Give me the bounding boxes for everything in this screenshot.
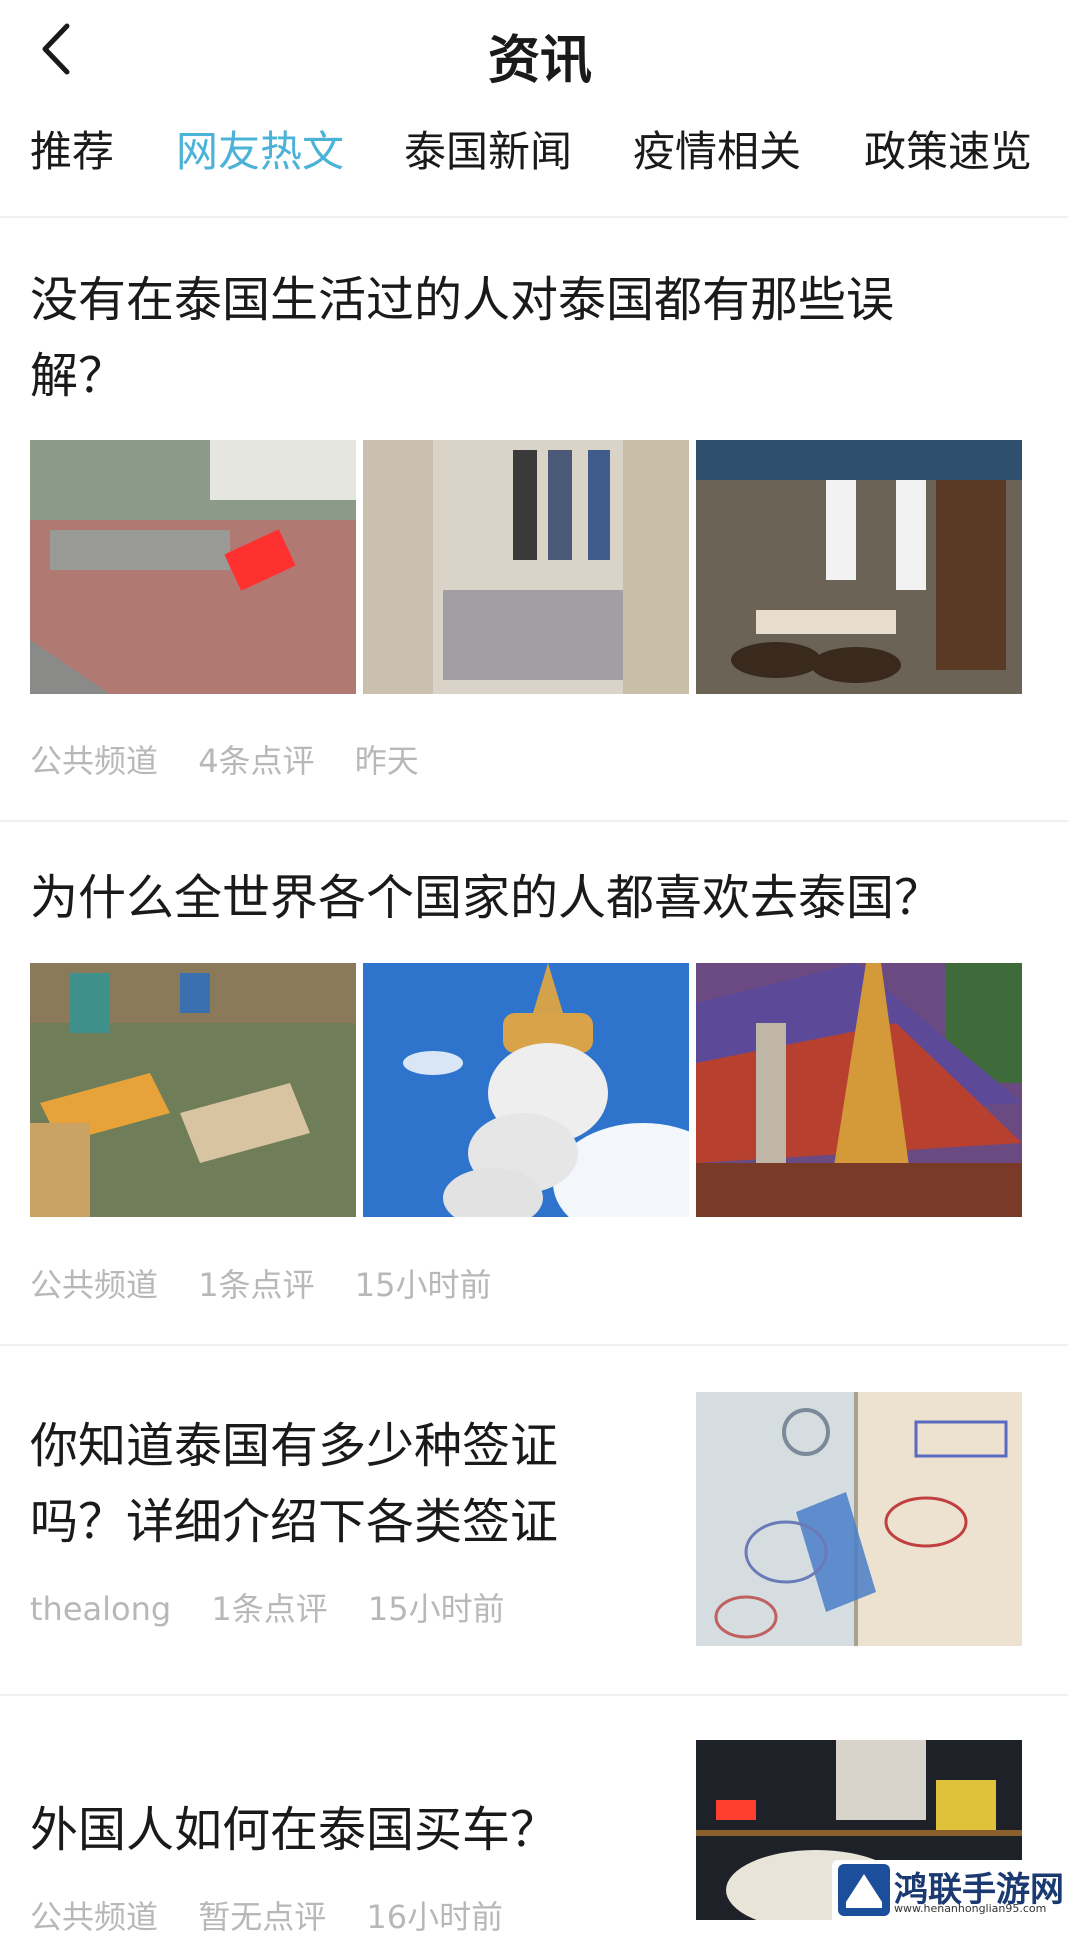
category-tabs: 推荐 网友热文 泰国新闻 疫情相关 政策速览 [0, 118, 1080, 198]
title-line: 吗？详细介绍下各类签证 [30, 1494, 559, 1550]
article-title: 你知道泰国有多少种签证 吗？详细介绍下各类签证 [30, 1408, 558, 1560]
watermark-url: www.henanhonglian95.com [894, 1902, 1047, 1915]
tab-recommend[interactable]: 推荐 [30, 118, 114, 179]
article-image [696, 440, 1022, 694]
bird-logo-icon [838, 1864, 890, 1916]
article-comments: 4条点评 [198, 742, 315, 780]
article-meta: thealong 1条点评 15小时前 [30, 1584, 535, 1630]
article-image [30, 963, 356, 1217]
article-meta: 公共频道 4条点评 昨天 [30, 736, 449, 782]
title-line: 为什么全世界各个国家的人都喜欢去泰国？ [30, 870, 943, 926]
article-image [363, 440, 689, 694]
article-image [696, 963, 1022, 1217]
app-header: 资讯 [0, 0, 1080, 100]
article-title: 没有在泰国生活过的人对泰国都有那些误 解？ [30, 262, 894, 414]
tab-epidemic[interactable]: 疫情相关 [633, 118, 801, 179]
article-title: 为什么全世界各个国家的人都喜欢去泰国？ [30, 860, 942, 936]
article-comments: 1条点评 [198, 1266, 315, 1304]
article-meta: 公共频道 1条点评 15小时前 [30, 1260, 521, 1306]
tab-hot-posts[interactable]: 网友热文 [176, 118, 344, 179]
article-source: 公共频道 [30, 1898, 159, 1936]
tab-thailand-news[interactable]: 泰国新闻 [404, 118, 572, 179]
article-image [696, 1392, 1022, 1646]
article-title: 外国人如何在泰国买车？ [30, 1792, 558, 1868]
site-watermark: 鸿联手游网 www.henanhonglian95.com [832, 1860, 1080, 1920]
article-source: 公共频道 [30, 1266, 159, 1304]
title-line: 没有在泰国生活过的人对泰国都有那些误 [30, 272, 895, 328]
article-time: 昨天 [354, 742, 419, 780]
article-source: 公共频道 [30, 742, 159, 780]
page-title: 资讯 [487, 31, 592, 91]
title-line: 你知道泰国有多少种签证 [30, 1418, 559, 1474]
article-time: 16小时前 [366, 1898, 504, 1936]
tab-policy[interactable]: 政策速览 [864, 118, 1032, 179]
article-image [30, 440, 356, 694]
article-meta: 公共频道 暂无点评 16小时前 [30, 1892, 533, 1938]
article-time: 15小时前 [354, 1266, 492, 1304]
article-time: 15小时前 [367, 1590, 505, 1628]
title-line: 外国人如何在泰国买车？ [30, 1802, 559, 1858]
title-line: 解？ [30, 348, 127, 404]
divider [0, 216, 1068, 218]
divider [0, 820, 1068, 822]
divider [0, 1694, 1068, 1696]
article-image [363, 963, 689, 1217]
divider [0, 1344, 1068, 1346]
article-comments: 暂无点评 [198, 1898, 327, 1936]
article-comments: 1条点评 [211, 1590, 328, 1628]
article-source: thealong [30, 1590, 172, 1628]
